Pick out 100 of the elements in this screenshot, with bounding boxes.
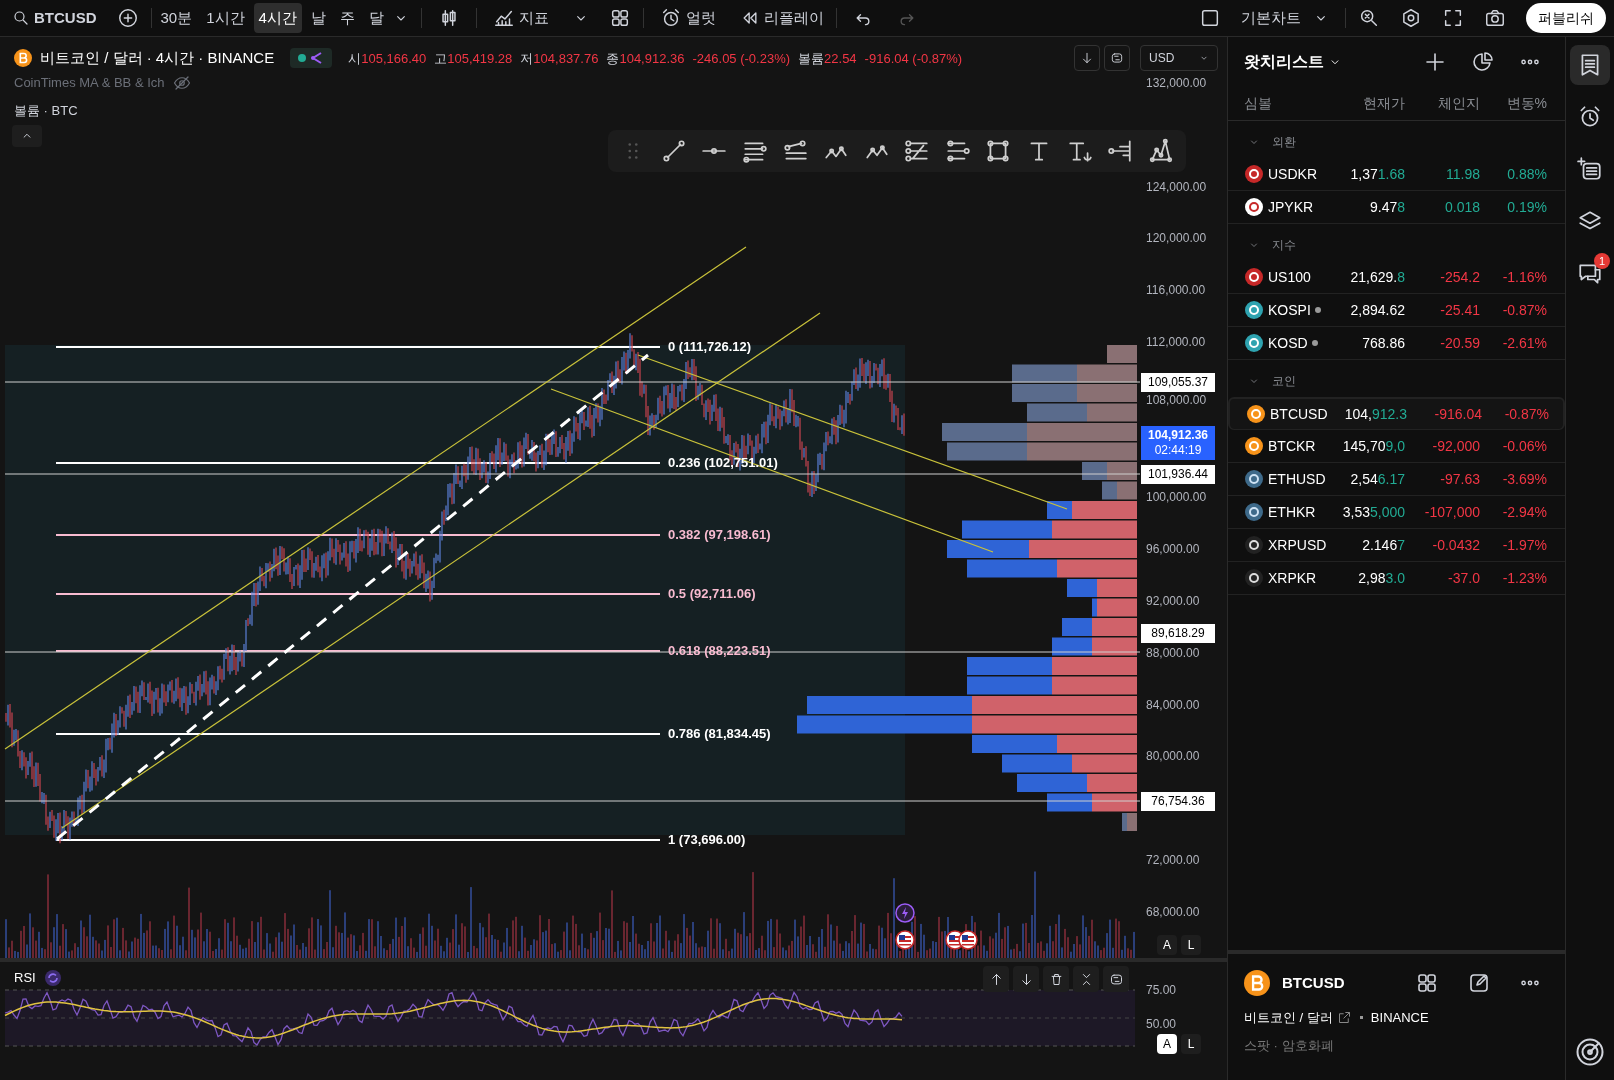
currency-dropdown[interactable]: USD: [1140, 45, 1218, 71]
watchlist-row[interactable]: ETHKR 3,535,000 -107,000 -2.94%: [1228, 496, 1565, 529]
external-link-icon[interactable]: [1336, 1010, 1352, 1026]
reset-button[interactable]: [1103, 966, 1129, 992]
lightning-event-icon: [895, 903, 915, 923]
watchlist-row[interactable]: BTCKR 145,709,0 -92,000 -0.06%: [1228, 430, 1565, 463]
alert-button[interactable]: 얼럿: [647, 3, 728, 33]
column-header[interactable]: 체인지: [1405, 93, 1480, 114]
fib-retracement-icon[interactable]: [904, 138, 931, 164]
maximize-button[interactable]: [1073, 966, 1099, 992]
ohlc-value: 105,166.40: [361, 50, 427, 66]
fibonacci-label: 0.618 (88,223.51): [668, 644, 771, 657]
price-marker-label: 101,936.44: [1141, 465, 1215, 484]
percent-change: -2.94%: [1501, 502, 1547, 522]
price-change: 11.98: [1445, 164, 1480, 184]
layout-button[interactable]: 기본차트: [1233, 3, 1309, 33]
watchlist-row[interactable]: XRPKR 2,983.0 -37.0 -1.23%: [1228, 562, 1565, 595]
scale-mode-button[interactable]: L: [1181, 935, 1201, 955]
replay-button[interactable]: 리플레이: [731, 3, 832, 33]
reset-button[interactable]: [1104, 45, 1130, 71]
price-axis-label: 92,000.00: [1146, 595, 1200, 607]
move-up-button[interactable]: [983, 966, 1009, 992]
percent-change: -1.16%: [1501, 267, 1547, 287]
add-symbol-icon[interactable]: [116, 7, 139, 29]
percent-change: -3.69%: [1501, 469, 1547, 489]
pie-chart-icon[interactable]: [1471, 50, 1495, 74]
symbol-name: ETHUSD: [1268, 469, 1326, 489]
interval-tab[interactable]: 30분: [155, 3, 198, 33]
arrow-down-icon: [1080, 51, 1094, 65]
interval-tab[interactable]: 1시간: [201, 3, 250, 33]
move-down-button[interactable]: [1013, 966, 1039, 992]
settings-icon[interactable]: [1400, 7, 1422, 29]
delete-button[interactable]: [1043, 966, 1069, 992]
rectangle-icon[interactable]: [985, 138, 1012, 164]
price-axis-label: 120,000.00: [1146, 232, 1207, 245]
ohlc-label: 종: [606, 50, 620, 66]
watchlist-icon[interactable]: [1570, 45, 1610, 85]
price-axis-label: 84,000.00: [1146, 698, 1200, 711]
scale-mode-button[interactable]: A: [1157, 935, 1177, 955]
status-dot-icon: [298, 54, 307, 63]
watchlist-row[interactable]: US100 21,629.8 -254.2 -1.16%: [1228, 261, 1565, 294]
price-marker-label: 89,618.29: [1141, 624, 1215, 643]
fibonacci-label: 0.5 (92,711.06): [668, 587, 756, 600]
symbol-name: USDKR: [1268, 164, 1317, 184]
fib-extension-icon[interactable]: [944, 138, 971, 164]
publish-button[interactable]: 퍼블리쉬: [1526, 3, 1606, 33]
fullscreen-icon[interactable]: [1442, 7, 1464, 29]
watchlist-row[interactable]: ETHUSD 2,546.17 -97.63 -3.69%: [1228, 463, 1565, 496]
chart-title: 비트코인 / 달러 · 4시간 · BINANCE: [40, 48, 275, 68]
watchlist-row[interactable]: KOSD 768.86 -20.59 -2.61%: [1228, 327, 1565, 360]
interval-tab[interactable]: 4시간: [253, 3, 302, 33]
last-price: 2,894.62: [1349, 300, 1405, 320]
symbol-search-button[interactable]: BTCUSD: [8, 3, 101, 33]
watchlist-row[interactable]: BTCUSD 104,912.3 -916.04 -0.87%: [1228, 397, 1565, 430]
fibonacci-label: 0 (111,726.12): [668, 340, 752, 353]
watchlist-row[interactable]: JPYKR 9.478 0.018 0.19%: [1228, 191, 1565, 224]
price-change: -246.05 (-0.23%): [692, 49, 791, 68]
percent-change: -1.97%: [1501, 535, 1547, 555]
magnifier-icon[interactable]: [1358, 7, 1380, 29]
price-axis-label: 72,000.00: [1146, 854, 1200, 866]
refresh-icon[interactable]: [43, 968, 62, 987]
indicators-button[interactable]: 지표: [480, 3, 561, 33]
edit-icon[interactable]: [1467, 971, 1491, 995]
scale-mode-button[interactable]: L: [1181, 1034, 1201, 1054]
price-change: -20.59: [1439, 333, 1480, 353]
column-header[interactable]: 심볼: [1228, 93, 1320, 114]
watchlist-row[interactable]: KOSPI 2,894.62 -25.41 -0.87%: [1228, 294, 1565, 327]
interval-tab[interactable]: 달: [363, 3, 389, 33]
percent-change: -1.23%: [1501, 568, 1547, 588]
interval-tab[interactable]: 날: [305, 3, 331, 33]
interval-tab[interactable]: 주: [334, 3, 360, 33]
section-toggle[interactable]: 외환: [1228, 125, 1565, 158]
symbol-name: JPYKR: [1268, 197, 1314, 217]
network-icon[interactable]: [1147, 138, 1174, 164]
scale-mode-button[interactable]: A: [1157, 1034, 1177, 1054]
price-axis-label: 80,000.00: [1146, 750, 1200, 763]
watchlist-row[interactable]: USDKR 1,371.68 11.98 0.88%: [1228, 158, 1565, 191]
price-change: -25.41: [1439, 300, 1480, 320]
camera-icon[interactable]: [1484, 7, 1506, 29]
percent-change: -0.87%: [1501, 300, 1547, 320]
watchlist-title[interactable]: 왓치리스트: [1244, 50, 1342, 74]
add-icon[interactable]: [1423, 50, 1447, 74]
percent-change: -0.06%: [1501, 436, 1547, 456]
last-price: 2,983.0: [1357, 568, 1405, 588]
column-header[interactable]: 변동%: [1480, 93, 1547, 114]
square-icon[interactable]: [1199, 7, 1221, 29]
last-price: 21,629.8: [1349, 267, 1405, 287]
grid-icon[interactable]: [1415, 971, 1439, 995]
long-position-icon[interactable]: [1107, 138, 1134, 164]
section-toggle[interactable]: 지수: [1228, 228, 1565, 261]
price-axis-label: 116,000.00: [1146, 284, 1206, 297]
section-toggle[interactable]: 코인: [1228, 364, 1565, 397]
watchlist-row[interactable]: XRPUSD 2.1467 -0.0432 -1.97%: [1228, 529, 1565, 562]
fibonacci-label: 1 (73,696.00): [668, 833, 746, 846]
column-header[interactable]: 현재가: [1320, 93, 1405, 114]
scroll-to-latest-button[interactable]: [1074, 45, 1100, 71]
loop-icon: [1110, 51, 1124, 65]
trend-line-icon[interactable]: [660, 138, 687, 164]
percent-change: -0.87%: [1503, 404, 1549, 424]
last-price: 1,371.68: [1349, 164, 1405, 184]
